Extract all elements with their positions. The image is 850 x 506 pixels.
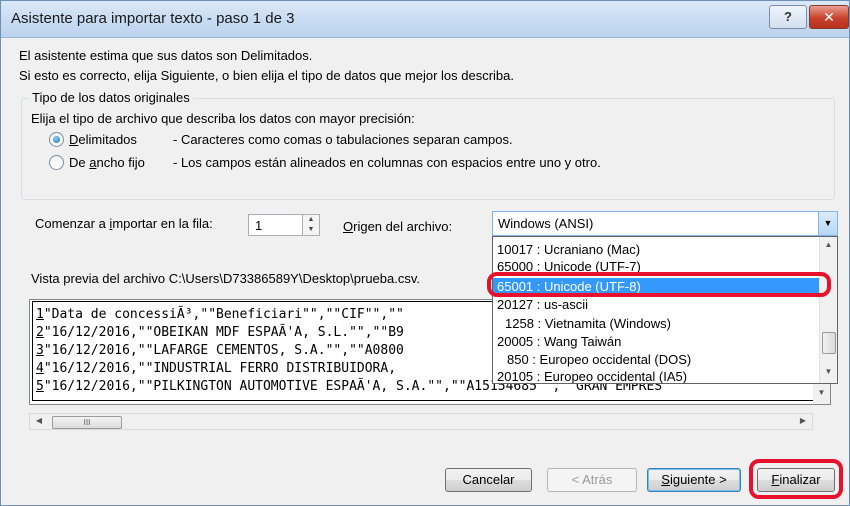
annotation-highlight-utf8 [487,272,831,297]
dropdown-option[interactable]: 850 : Europeo occidental (DOS) [493,351,821,368]
preview-label: Vista previa del archivo C:\Users\D73386… [31,271,420,286]
dropdown-option[interactable]: 20127 : us-ascii [493,296,821,313]
arrow-up-icon[interactable]: ▲ [820,240,837,249]
file-origin-dropdown-list[interactable]: 10017 : Ucraniano (Mac) 65000 : Unicode … [492,236,838,384]
preview-row: 3"16/12/2016,""LAFARGE CEMENTOS, S.A."",… [36,342,404,359]
row-number: 2 [36,325,44,340]
radio-selected-dot [53,136,60,143]
start-row-spinner[interactable]: ▲ ▼ [303,214,320,236]
triangle-up-icon[interactable]: ▲ [303,215,319,225]
cancel-button[interactable]: Cancelar [445,468,532,492]
chevron-down-icon[interactable]: ▼ [818,212,837,235]
dropdown-option[interactable]: 20105 : Europeo occidental (IA5) [493,368,821,383]
scroll-thumb[interactable] [822,332,836,354]
import-text-wizard-window: Asistente para importar texto - paso 1 d… [0,0,850,506]
window-title: Asistente para importar texto - paso 1 d… [11,10,295,27]
mnemonic: D [69,132,79,147]
label-prefix: De [69,155,90,170]
data-type-legend: Tipo de los datos originales [29,90,193,105]
dropdown-option[interactable]: 1258 : Vietnamita (Windows) [493,315,821,332]
row-text: "16/12/2016,""LAFARGE CEMENTOS, S.A."","… [43,343,404,358]
file-origin-label: Origen del archivo: [343,219,452,234]
label-rest: iguiente > [669,472,727,487]
help-button[interactable]: ? [769,5,807,29]
arrow-right-icon[interactable]: ▶ [796,416,810,425]
dropdown-scrollbar[interactable]: ▲ ▼ [819,237,837,383]
mnemonic: S [661,472,670,487]
label-rest: rigen del archivo: [353,219,453,234]
arrow-left-icon[interactable]: ◀ [32,416,46,425]
fixed-width-description: - Los campos están alineados en columnas… [173,155,601,170]
delimited-description: - Caracteres como comas o tabulaciones s… [173,132,513,147]
data-type-instruction: Elija el tipo de archivo que describa lo… [31,111,415,126]
radio-fixed-width-label[interactable]: De ancho fijo [69,155,145,170]
start-row-input[interactable]: 1 [248,214,303,236]
triangle-down-icon[interactable]: ▼ [303,225,319,235]
file-origin-value: Windows (ANSI) [498,216,594,231]
back-button[interactable]: < Atrás [547,468,637,492]
preview-row: 1"Data de concessiÃ³,""Beneficiari"",""C… [36,306,404,323]
row-text: "16/12/2016,""INDUSTRIAL FERRO DISTRIBUI… [43,361,397,376]
help-icon: ? [784,9,792,24]
row-text: "Data de concessiÃ³,""Beneficiari"",""CI… [43,307,404,322]
mnemonic: O [343,219,354,234]
label-rest: ncho fijo [96,155,145,170]
row-number: 4 [36,361,44,376]
label-rest: elimitados [78,132,137,147]
radio-fixed-width[interactable] [49,155,64,170]
preview-horizontal-scrollbar[interactable]: ◀ III ▶ [29,413,813,430]
row-number: 1 [36,307,44,322]
arrow-down-icon[interactable]: ▼ [813,388,830,397]
file-origin-combo[interactable]: Windows (ANSI) ▼ [492,211,838,236]
preview-row: 2"16/12/2016,""OBEIKAN MDF ESPAÃ'A, S.L.… [36,324,404,341]
radio-delimited-label[interactable]: Delimitados [69,132,137,147]
title-bar[interactable]: Asistente para importar texto - paso 1 d… [1,1,849,38]
row-text: "16/12/2016,""OBEIKAN MDF ESPAÃ'A, S.L."… [43,325,404,340]
intro-line-1: El asistente estima que sus datos son De… [19,48,313,63]
preview-row: 4"16/12/2016,""INDUSTRIAL FERRO DISTRIBU… [36,360,396,377]
arrow-down-icon[interactable]: ▼ [820,367,837,376]
radio-delimited[interactable] [49,132,64,147]
row-number: 5 [36,379,44,394]
label-rest: mportar en la fila: [112,216,213,231]
start-row-label: Comenzar a importar en la fila: [35,216,213,231]
grip-icon: III [83,418,91,427]
annotation-highlight-finish [749,459,843,499]
dropdown-option[interactable]: 10017 : Ucraniano (Mac) [493,241,821,258]
next-button[interactable]: Siguiente > [647,468,741,492]
dropdown-option[interactable]: 20005 : Wang Taiwán [493,333,821,350]
scroll-thumb[interactable]: III [52,416,122,429]
close-icon: ✕ [823,9,835,25]
intro-line-2: Si esto es correcto, elija Siguiente, o … [19,68,515,83]
row-number: 3 [36,343,44,358]
label-prefix: Comenzar a [35,216,110,231]
close-button[interactable]: ✕ [809,5,849,29]
